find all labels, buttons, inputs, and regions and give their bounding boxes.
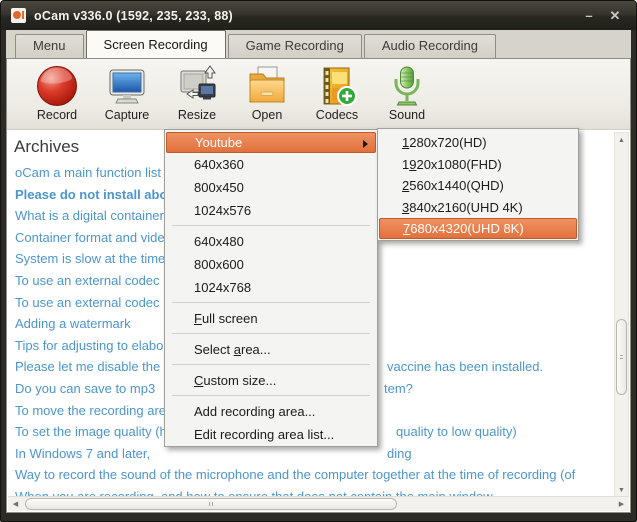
window-title: oCam v336.0 (1592, 235, 233, 88) (34, 9, 233, 23)
link-text-tail: vaccine has been installed. (387, 356, 543, 378)
menu-item-640x360[interactable]: 640x360 (165, 153, 377, 176)
menu-item-1024x576[interactable]: 1024x576 (165, 199, 377, 222)
menu-item-800x450[interactable]: 800x450 (165, 176, 377, 199)
capture-button[interactable]: Capture (92, 62, 162, 129)
menu-item-select-area[interactable]: Select area... (165, 338, 377, 361)
tool-label: Capture (105, 108, 149, 122)
menu-item-youtube[interactable]: Youtube (166, 132, 376, 153)
codecs-icon (315, 64, 359, 108)
scroll-right-icon[interactable]: ▶ (614, 497, 629, 512)
ocam-window: oCam v336.0 (1592, 235, 233, 88) – ✕ Men… (0, 0, 637, 522)
submenu-item-1920x1080-fhd[interactable]: 1920x1080(FHD) (378, 154, 578, 176)
menu-separator (172, 225, 370, 226)
toolbar: Record Capture Resize Open Codecs Sound (7, 59, 630, 130)
tool-label: Record (37, 108, 77, 122)
close-button[interactable]: ✕ (602, 8, 628, 24)
menu-item-1024x768[interactable]: 1024x768 (165, 276, 377, 299)
vertical-scrollbar[interactable]: ▲ ▼ (614, 132, 629, 499)
tab-screen-recording[interactable]: Screen Recording (86, 30, 226, 58)
link-text-tail: tem? (384, 378, 413, 400)
menu-item-add-recording-area[interactable]: Add recording area... (165, 400, 377, 423)
horizontal-scrollbar[interactable]: ◀ ▶ (8, 496, 629, 511)
minimize-button[interactable]: – (576, 8, 602, 23)
titlebar[interactable]: oCam v336.0 (1592, 235, 233, 88) – ✕ (1, 1, 636, 30)
link-text: Please let me disable the (15, 359, 160, 374)
menu-separator (172, 395, 370, 396)
submenu-arrow-icon (363, 140, 368, 148)
menu-separator (172, 302, 370, 303)
menu-item-custom-size[interactable]: Custom size... (165, 369, 377, 392)
page-title: Archives (14, 137, 79, 157)
app-icon (11, 8, 26, 23)
resize-icon (175, 64, 219, 108)
resize-button[interactable]: Resize (162, 62, 232, 129)
sound-mic-icon (385, 64, 429, 108)
link-text: In Windows 7 and later, (15, 446, 150, 461)
submenu-item-1280x720-hd[interactable]: 1280x720(HD) (378, 132, 578, 154)
link-text: Way to record the sound of the microphon… (15, 467, 575, 482)
youtube-submenu: 1280x720(HD)1920x1080(FHD)2560x1440(QHD)… (377, 128, 579, 241)
link-text: Adding a watermark (15, 316, 131, 331)
tool-label: Codecs (316, 108, 358, 122)
tab-audio-recording[interactable]: Audio Recording (364, 34, 496, 58)
record-icon (35, 64, 79, 108)
open-folder-icon (245, 64, 289, 108)
link-text: Tips for adjusting to elaborate (15, 338, 186, 353)
tool-label: Sound (389, 108, 425, 122)
tab-bar: MenuScreen RecordingGame RecordingAudio … (6, 30, 631, 58)
menu-separator (172, 364, 370, 365)
menu-item-800x600[interactable]: 800x600 (165, 253, 377, 276)
codecs-button[interactable]: Codecs (302, 62, 372, 129)
menu-item-full-screen[interactable]: Full screen (165, 307, 377, 330)
horizontal-scroll-thumb[interactable] (25, 498, 397, 510)
link-text-tail: ding (387, 443, 412, 465)
link-text: Do you can save to mp3 (15, 381, 155, 396)
scroll-left-icon[interactable]: ◀ (8, 497, 23, 512)
submenu-item-3840x2160-uhd-4k[interactable]: 3840x2160(UHD 4K) (378, 197, 578, 219)
link-text: oCam a main function list (15, 165, 161, 180)
scroll-up-icon[interactable]: ▲ (614, 133, 629, 148)
tab-menu[interactable]: Menu (15, 34, 84, 58)
link-text-tail: quality to low quality) (396, 421, 517, 443)
vertical-scroll-thumb[interactable] (616, 319, 627, 395)
archive-link[interactable]: Way to record the sound of the microphon… (15, 464, 615, 486)
link-text: To set the image quality (high (15, 424, 184, 439)
submenu-item-7680x4320-uhd-8k[interactable]: 7680x4320(UHD 8K) (379, 218, 577, 239)
submenu-item-2560x1440-qhd[interactable]: 2560x1440(QHD) (378, 175, 578, 197)
link-text: To move the recording area (15, 403, 173, 418)
capture-icon (105, 64, 149, 108)
menu-item-640x480[interactable]: 640x480 (165, 230, 377, 253)
tool-label: Resize (178, 108, 216, 122)
sound-button[interactable]: Sound (372, 62, 442, 129)
open-button[interactable]: Open (232, 62, 302, 129)
tab-game-recording[interactable]: Game Recording (228, 34, 362, 58)
record-button[interactable]: Record (22, 62, 92, 129)
link-text: Please do not install above (15, 187, 182, 202)
resize-menu: Youtube640x360800x4501024x576 640x480800x… (164, 129, 378, 447)
menu-item-edit-recording-area-list[interactable]: Edit recording area list... (165, 423, 377, 446)
tool-label: Open (252, 108, 283, 122)
link-text: To use an external codec (15, 295, 160, 310)
menu-separator (172, 333, 370, 334)
